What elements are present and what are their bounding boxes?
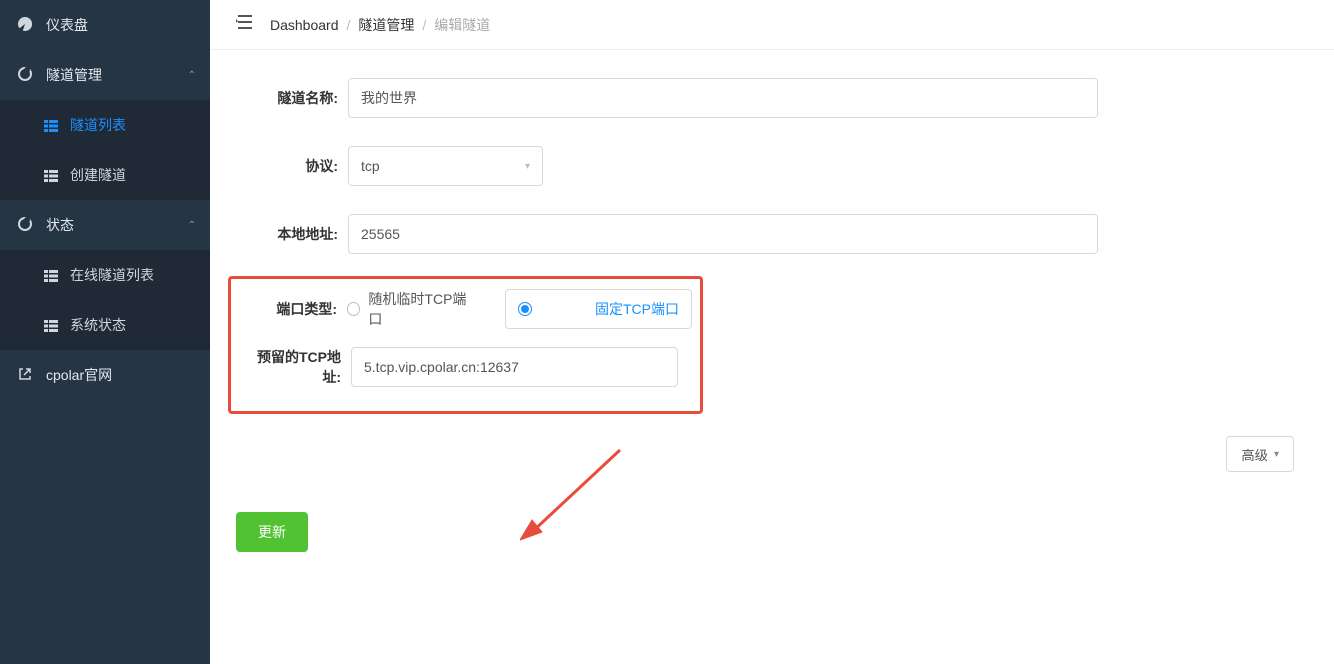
sidebar-label: 状态 xyxy=(46,215,74,235)
tunnel-name-label: 隧道名称: xyxy=(236,88,348,108)
advanced-label: 高级 xyxy=(1241,445,1268,464)
local-addr-input[interactable] xyxy=(348,214,1098,254)
sidebar-sub-online-tunnels[interactable]: 在线隧道列表 xyxy=(0,250,210,300)
topbar: Dashboard / 隧道管理 / 编辑隧道 xyxy=(210,0,1334,50)
menu-toggle-icon[interactable] xyxy=(236,14,254,35)
port-type-random-radio[interactable]: 随机临时TCP端口 xyxy=(347,289,475,329)
sidebar-sub-system-status[interactable]: 系统状态 xyxy=(0,300,210,350)
update-button[interactable]: 更新 xyxy=(236,512,308,552)
sidebar-sub-label: 在线隧道列表 xyxy=(70,265,154,285)
sidebar-item-tunnel-manage[interactable]: 隧道管理 ⌃ xyxy=(0,50,210,100)
row-local-addr: 本地地址: xyxy=(236,214,1294,254)
radio-label: 固定TCP端口 xyxy=(595,299,679,319)
caret-down-icon: ▾ xyxy=(1274,449,1279,460)
chevron-up-icon: ⌃ xyxy=(188,220,196,231)
external-link-icon xyxy=(16,367,34,384)
sidebar-sub-label: 创建隧道 xyxy=(70,165,126,185)
breadcrumb: Dashboard / 隧道管理 / 编辑隧道 xyxy=(270,15,490,35)
sidebar: 仪表盘 隧道管理 ⌃ 隧道列表 创建隧道 状态 ⌃ xyxy=(0,0,210,664)
breadcrumb-item[interactable]: Dashboard xyxy=(270,17,339,33)
port-type-fixed-radio[interactable]: 固定TCP端口 xyxy=(505,289,692,329)
protocol-value: tcp xyxy=(361,158,380,174)
advanced-button[interactable]: 高级 ▾ xyxy=(1226,436,1294,472)
list-icon xyxy=(44,319,58,331)
local-addr-label: 本地地址: xyxy=(236,224,348,244)
sidebar-sub-tunnel-create[interactable]: 创建隧道 xyxy=(0,150,210,200)
list-icon xyxy=(44,169,58,181)
breadcrumb-item[interactable]: 隧道管理 xyxy=(358,15,414,35)
row-protocol: 协议: tcp ▾ xyxy=(236,146,1294,186)
sidebar-label: cpolar官网 xyxy=(46,365,112,385)
chevron-up-icon: ⌃ xyxy=(188,70,196,81)
update-label: 更新 xyxy=(258,524,286,540)
breadcrumb-current: 编辑隧道 xyxy=(434,15,490,35)
content: 隧道名称: 协议: tcp ▾ 本地地址: 端口类型: xyxy=(210,50,1334,580)
chevron-down-icon: ▾ xyxy=(525,161,530,172)
dashboard-icon xyxy=(16,16,34,35)
row-port-type: 端口类型: 随机临时TCP端口 固定TCP端口 xyxy=(239,289,692,329)
protocol-label: 协议: xyxy=(236,156,348,176)
sidebar-sub-tunnel-list[interactable]: 隧道列表 xyxy=(0,100,210,150)
port-type-label: 端口类型: xyxy=(239,299,347,319)
protocol-select[interactable]: tcp ▾ xyxy=(348,146,543,186)
sidebar-item-cpolar-website[interactable]: cpolar官网 xyxy=(0,350,210,400)
sidebar-sub-label: 系统状态 xyxy=(70,315,126,335)
sidebar-item-dashboard[interactable]: 仪表盘 xyxy=(0,0,210,50)
sidebar-label: 仪表盘 xyxy=(46,15,88,35)
sidebar-label: 隧道管理 xyxy=(46,65,102,85)
sidebar-sub-label: 隧道列表 xyxy=(70,115,126,135)
reserved-tcp-input[interactable] xyxy=(351,347,678,387)
row-reserved-tcp: 预留的TCP地址: xyxy=(239,347,692,387)
breadcrumb-sep: / xyxy=(422,17,426,33)
row-tunnel-name: 隧道名称: xyxy=(236,78,1294,118)
radio-label: 随机临时TCP端口 xyxy=(368,289,474,329)
breadcrumb-sep: / xyxy=(347,17,351,33)
annotation-box: 端口类型: 随机临时TCP端口 固定TCP端口 预留的TCP地址: xyxy=(228,276,703,414)
gear-outline-icon xyxy=(16,217,34,234)
list-icon xyxy=(44,119,58,131)
gear-outline-icon xyxy=(16,67,34,84)
list-icon xyxy=(44,269,58,281)
main: Dashboard / 隧道管理 / 编辑隧道 隧道名称: 协议: tcp ▾ … xyxy=(210,0,1334,664)
sidebar-item-status[interactable]: 状态 ⌃ xyxy=(0,200,210,250)
tunnel-name-input[interactable] xyxy=(348,78,1098,118)
radio-icon xyxy=(347,302,360,316)
radio-icon xyxy=(518,302,532,316)
reserved-tcp-label: 预留的TCP地址: xyxy=(239,347,351,387)
